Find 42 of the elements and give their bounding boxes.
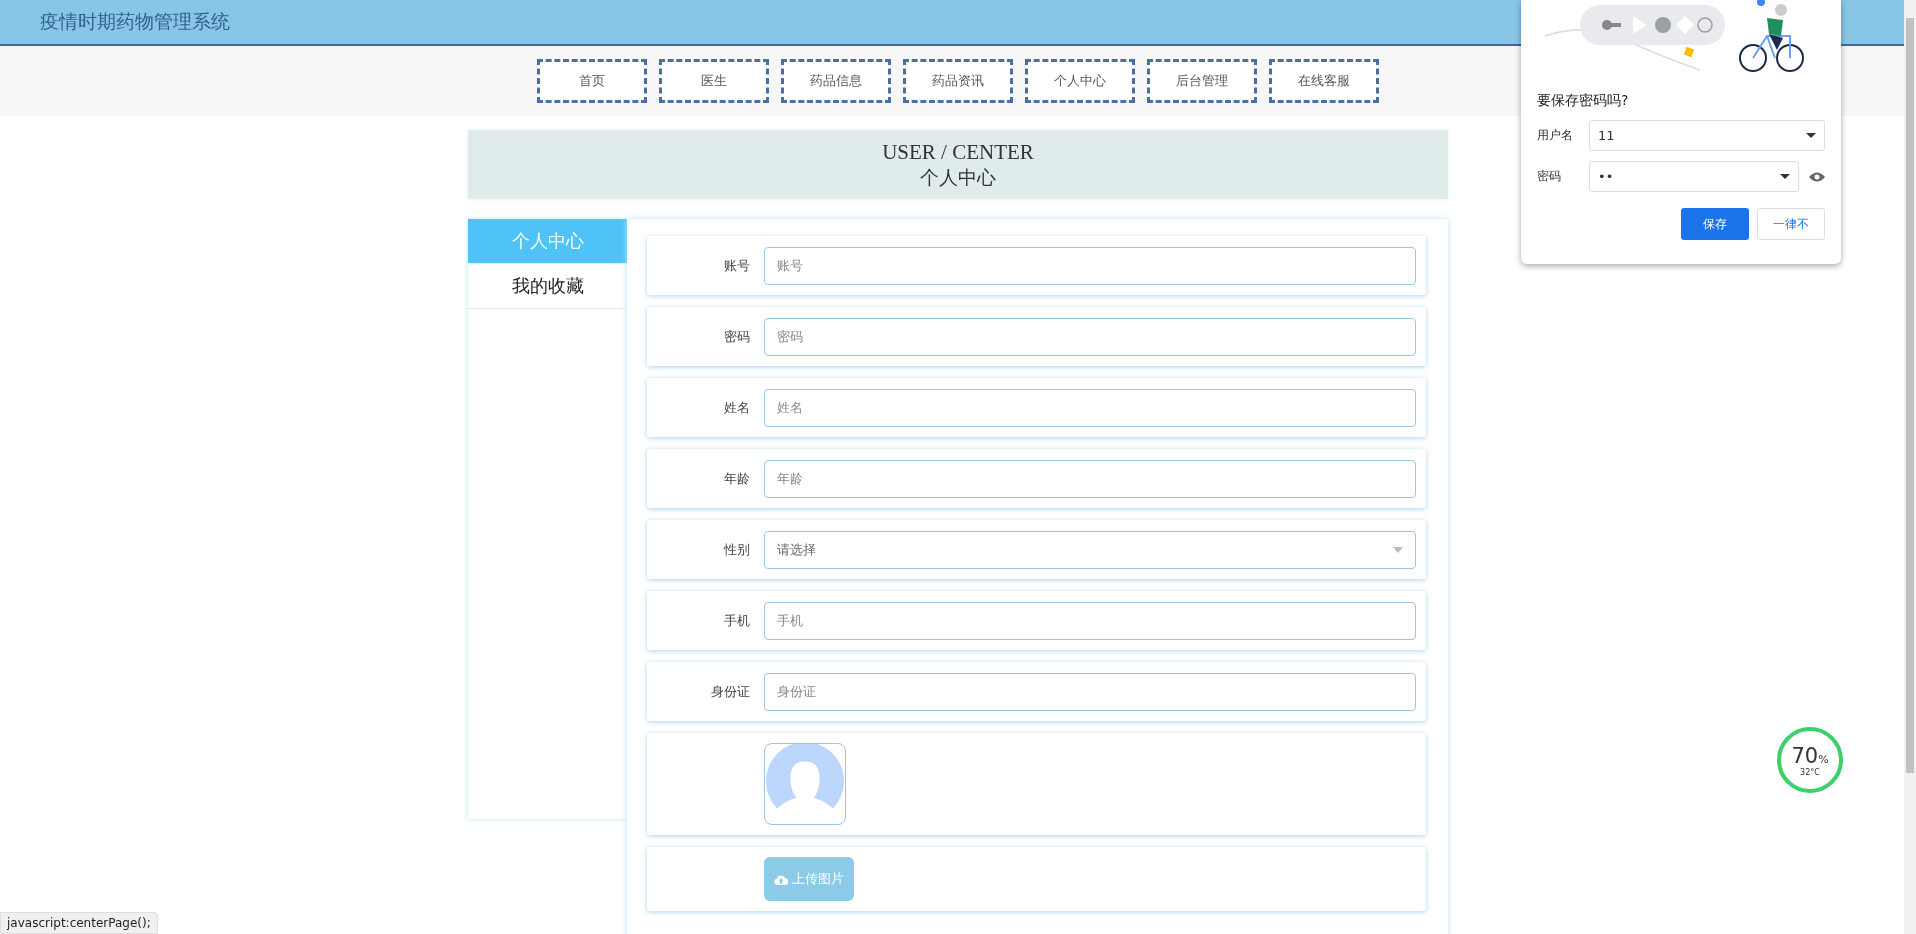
cloud-upload-icon: [774, 873, 788, 885]
save-button[interactable]: 保存: [1681, 208, 1749, 240]
temperature-value: 32°C: [1800, 767, 1820, 777]
dropdown-field[interactable]: 11: [1589, 120, 1825, 151]
field-label: 姓名: [723, 398, 751, 417]
dropdown-field[interactable]: ••: [1589, 161, 1799, 192]
site-title: 疫情时期药物管理系统: [40, 9, 230, 34]
select-field[interactable]: 请选择: [764, 530, 1416, 569]
popup-title: 要保存密码吗?: [1537, 92, 1629, 110]
status-url: javascript:centerPage();: [7, 916, 151, 930]
scrollbar-thumb[interactable]: [1906, 18, 1914, 773]
field-label: 密码: [1537, 168, 1562, 185]
nav-tab[interactable]: 药品资讯: [903, 59, 1013, 103]
field-label: 账号: [723, 256, 751, 275]
caret-icon: [1780, 174, 1790, 179]
nav-tab[interactable]: 药品信息: [781, 59, 891, 103]
field-label: 身份证: [710, 682, 751, 701]
nav-tab[interactable]: 首页: [537, 59, 647, 103]
percent-unit: %: [1818, 752, 1829, 766]
caret-icon: [1393, 546, 1403, 553]
caret-icon: [1806, 133, 1816, 138]
field-label: 密码: [723, 327, 751, 346]
nav-tab[interactable]: 医生: [659, 59, 769, 103]
nav-tab[interactable]: 个人中心: [1025, 59, 1135, 103]
field-label: 用户名: [1537, 127, 1574, 144]
input-field[interactable]: 密码: [764, 317, 1416, 356]
field-label: 手机: [723, 611, 751, 630]
banner-title: USER / CENTER: [882, 138, 1034, 165]
input-field[interactable]: 姓名: [764, 388, 1416, 427]
input-field[interactable]: 年龄: [764, 459, 1416, 498]
field-label: 年龄: [723, 469, 751, 488]
input-field[interactable]: 账号: [764, 246, 1416, 285]
never-button[interactable]: 一律不: [1757, 208, 1825, 240]
progress-ring: [1776, 726, 1844, 794]
eye-icon[interactable]: [1809, 171, 1825, 182]
field-label: 性别: [723, 540, 751, 559]
nav-tab[interactable]: 在线客服: [1269, 59, 1379, 103]
banner-subtitle: 个人中心: [920, 165, 996, 190]
nav-tab[interactable]: 后台管理: [1147, 59, 1257, 103]
percent-value: 70: [1791, 743, 1819, 768]
input-field[interactable]: 身份证: [764, 672, 1416, 711]
input-field[interactable]: 手机: [764, 601, 1416, 640]
